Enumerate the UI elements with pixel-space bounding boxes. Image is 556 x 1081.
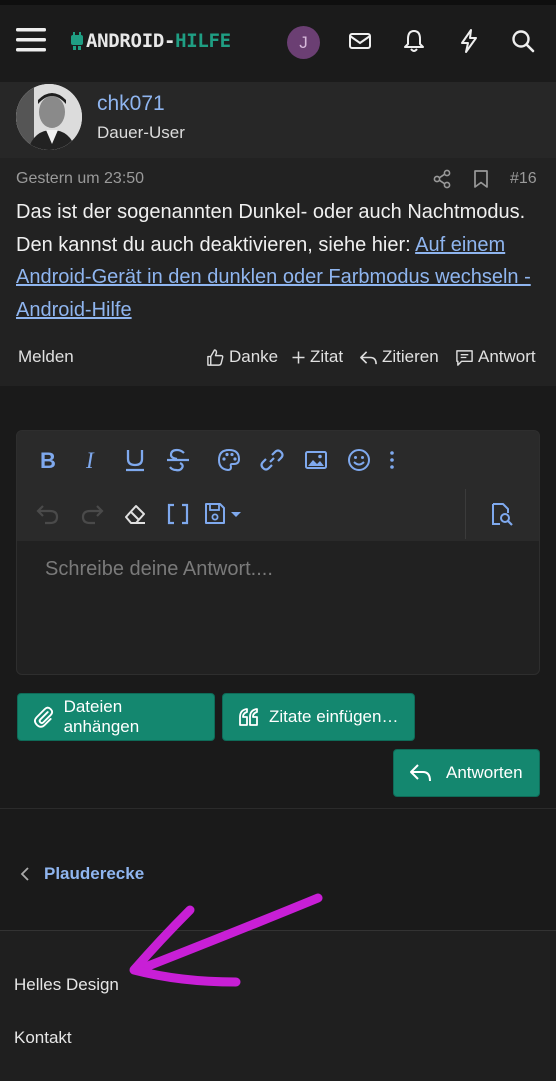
like-button[interactable]: Danke xyxy=(206,347,278,367)
paperclip-icon xyxy=(34,706,54,728)
save-draft-icon[interactable] xyxy=(203,501,245,527)
submit-reply-button[interactable]: Antworten xyxy=(393,749,540,797)
section-divider xyxy=(0,808,556,809)
insert-quotes-label: Zitate einfügen… xyxy=(269,707,399,726)
svg-text:B: B xyxy=(40,448,56,473)
bookmark-icon[interactable] xyxy=(470,168,492,190)
menu-icon[interactable] xyxy=(14,22,48,58)
attach-files-button[interactable]: Dateien anhängen xyxy=(17,693,215,741)
svg-text:I: I xyxy=(85,448,95,473)
breadcrumb[interactable]: Plauderecke xyxy=(18,864,144,884)
post-content: Das ist der sogenannten Dunkel- oder auc… xyxy=(16,196,540,326)
italic-icon[interactable]: I xyxy=(79,447,105,473)
more-options-icon[interactable] xyxy=(384,447,400,473)
redo-icon[interactable] xyxy=(79,501,105,527)
add-quote-button[interactable]: Zitat xyxy=(291,347,343,367)
reply-editor: B I Schreibe deine Antwort.... xyxy=(16,430,540,675)
breadcrumb-label: Plauderecke xyxy=(44,864,145,883)
code-brackets-icon[interactable] xyxy=(165,501,191,527)
add-quote-label: Zitat xyxy=(310,347,344,366)
eraser-icon[interactable] xyxy=(122,501,148,527)
comment-icon xyxy=(456,349,473,366)
site-logo[interactable]: ANDROID- HILFE xyxy=(70,26,231,56)
submit-reply-label: Antworten xyxy=(446,763,523,782)
plus-icon xyxy=(292,351,305,363)
quote-marks-icon xyxy=(239,708,258,726)
reply-arrow-icon xyxy=(360,350,377,364)
image-icon[interactable] xyxy=(303,447,329,473)
editor-placeholder: Schreibe deine Antwort.... xyxy=(45,558,273,580)
attach-files-label: Dateien anhängen xyxy=(63,697,140,736)
link-icon[interactable] xyxy=(259,447,285,473)
annotation-arrow-icon xyxy=(120,890,330,990)
preview-icon[interactable] xyxy=(489,501,515,527)
author-title: Dauer-User xyxy=(97,123,185,142)
search-icon[interactable] xyxy=(510,28,536,54)
android-logo-icon xyxy=(71,32,83,50)
quote-label: Zitieren xyxy=(382,347,439,366)
report-link[interactable]: Melden xyxy=(18,347,74,367)
author-avatar[interactable] xyxy=(16,84,82,150)
reply-button[interactable]: Antwort xyxy=(455,347,536,367)
strikethrough-icon[interactable] xyxy=(165,447,191,473)
reply-arrow-icon xyxy=(410,764,431,782)
report-label: Melden xyxy=(18,347,74,366)
post-number[interactable]: #16 xyxy=(510,170,537,188)
user-avatar-button[interactable]: J xyxy=(287,26,320,59)
insert-quotes-button[interactable]: Zitate einfügen… xyxy=(222,693,415,741)
light-design-link[interactable]: Helles Design xyxy=(14,975,119,995)
bold-icon[interactable]: B xyxy=(35,447,61,473)
post-date[interactable]: Gestern um 23:50 xyxy=(16,170,144,188)
chevron-left-icon xyxy=(20,867,29,881)
logo-text-accent: HILFE xyxy=(175,30,231,52)
toolbar-divider xyxy=(465,489,466,539)
bell-icon[interactable] xyxy=(401,28,427,54)
undo-icon[interactable] xyxy=(35,501,61,527)
underline-icon[interactable] xyxy=(122,447,148,473)
logo-text-main: ANDROID- xyxy=(86,30,176,52)
inbox-icon[interactable] xyxy=(347,28,373,54)
author-username[interactable]: chk071 xyxy=(97,92,165,116)
share-icon[interactable] xyxy=(431,168,453,190)
like-label: Danke xyxy=(229,347,279,366)
contact-link[interactable]: Kontakt xyxy=(14,1028,72,1048)
quote-button[interactable]: Zitieren xyxy=(359,347,439,367)
emoji-icon[interactable] xyxy=(346,447,372,473)
reply-label: Antwort xyxy=(478,347,536,366)
palette-icon[interactable] xyxy=(216,447,242,473)
thumbs-up-icon xyxy=(207,348,224,366)
post-user-bar xyxy=(0,82,556,158)
lightning-icon[interactable] xyxy=(456,28,482,54)
